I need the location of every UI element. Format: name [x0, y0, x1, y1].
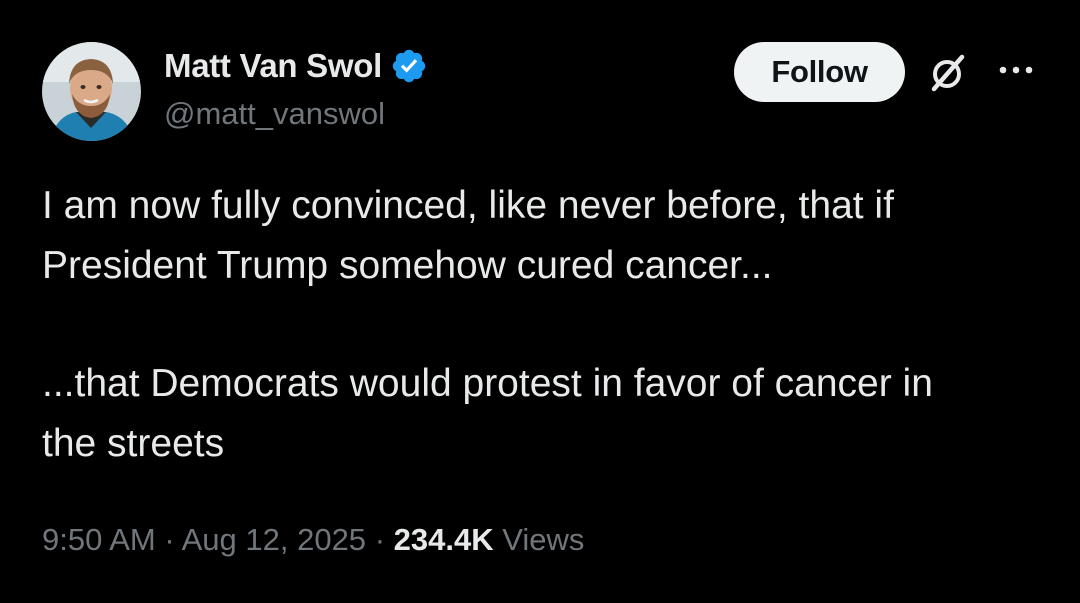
author-display-name[interactable]: Matt Van Swol [164, 47, 382, 85]
more-options-icon[interactable] [996, 60, 1036, 80]
views-count[interactable]: 234.4K [394, 522, 494, 557]
tweet-time[interactable]: 9:50 AM [42, 522, 156, 557]
verified-badge-icon [392, 49, 426, 83]
tweet-line: I am now fully convinced, like never bef… [42, 184, 894, 227]
tweet-line: the streets [42, 422, 225, 465]
tweet-meta: 9:50 AM · Aug 12, 2025 · 234.4K Views [42, 522, 584, 558]
avatar[interactable] [42, 42, 141, 141]
avatar-photo [42, 42, 141, 141]
meta-separator: · [374, 522, 386, 557]
meta-separator: · [164, 522, 175, 557]
tweet-text: I am now fully convinced, like never bef… [42, 176, 1052, 474]
author-handle[interactable]: @matt_vanswol [164, 96, 385, 132]
tweet-line: ...that Democrats would protest in favor… [42, 362, 933, 405]
tweet-line: President Trump somehow cured cancer... [42, 244, 773, 287]
grok-icon[interactable] [925, 50, 971, 96]
author-name-row[interactable]: Matt Van Swol [164, 44, 428, 88]
follow-button[interactable]: Follow [734, 42, 905, 102]
views-label: Views [502, 522, 585, 557]
tweet-date[interactable]: Aug 12, 2025 [182, 522, 366, 557]
